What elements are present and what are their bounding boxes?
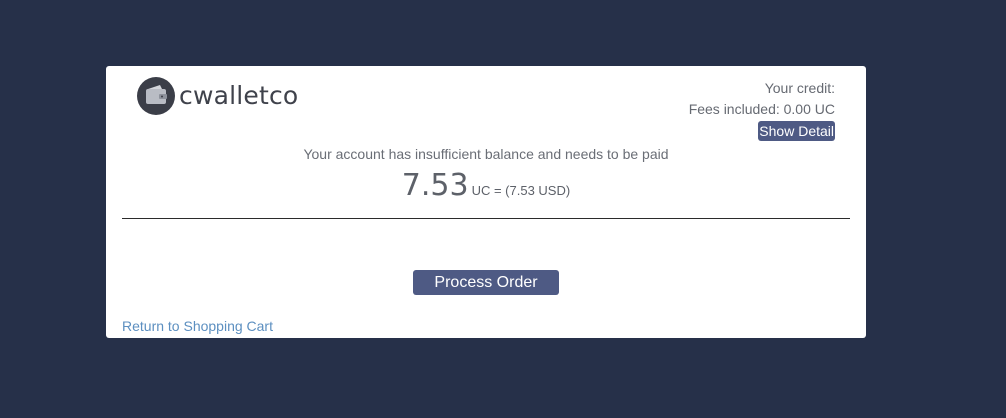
return-to-cart-link[interactable]: Return to Shopping Cart (122, 317, 273, 335)
amount-value: 7.53 (401, 168, 469, 203)
payment-card: cwalletco Your credit: Fees included: 0.… (106, 66, 866, 338)
show-detail-button[interactable]: Show Detail (758, 121, 835, 141)
brand-logo: cwalletco (137, 77, 298, 115)
credit-summary: Your credit: Fees included: 0.00 UC Show… (689, 78, 835, 141)
divider (122, 218, 850, 219)
fees-text: Fees included: 0.00 UC (688, 101, 835, 117)
wallet-icon (137, 77, 175, 115)
process-order-button[interactable]: Process Order (413, 270, 559, 295)
amount-due: 7.53 UC = (7.53 USD) (106, 168, 866, 203)
credit-label: Your credit: (764, 80, 835, 96)
brand-name: cwalletco (179, 81, 299, 110)
amount-unit: UC = (7.53 USD) (471, 183, 571, 198)
balance-message: Your account has insufficient balance an… (303, 146, 669, 162)
